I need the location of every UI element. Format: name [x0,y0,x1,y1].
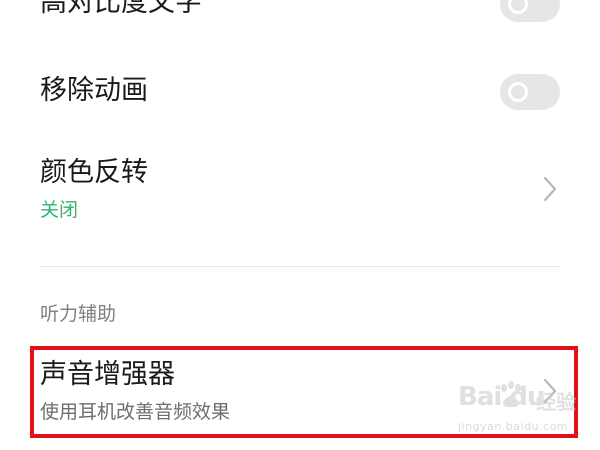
toggle-knob-icon [508,0,528,14]
setting-title-color-inversion: 颜色反转 [40,157,148,188]
section-divider [40,266,560,267]
chevron-right-icon [543,176,557,202]
setting-title-high-contrast-text: 高对比度文字 [40,0,202,18]
setting-status-color-inversion: 关闭 [40,199,79,221]
setting-row-high-contrast-text[interactable]: 高对比度文字 [40,0,560,26]
section-header-hearing: 听力辅助 [40,303,117,325]
setting-row-remove-animations[interactable]: 移除动画 [40,72,560,112]
setting-title-remove-animations: 移除动画 [40,75,148,106]
remove-animations-toggle[interactable] [500,74,560,110]
baidu-watermark: Bai du 经验 jingyan.baidu.com [458,380,588,440]
high-contrast-text-toggle[interactable] [500,0,560,22]
watermark-suffix: 经验 [536,390,576,414]
toggle-knob-icon [508,82,528,102]
baidu-paw-icon [501,381,521,408]
watermark-url: jingyan.baidu.com [458,420,569,433]
accessibility-settings-screen: 高对比度文字 移除动画 颜色反转 关闭 听力辅助 声音增强器 使用耳机改善音频效… [0,0,600,450]
setting-row-color-inversion[interactable]: 颜色反转 关闭 [40,156,560,226]
